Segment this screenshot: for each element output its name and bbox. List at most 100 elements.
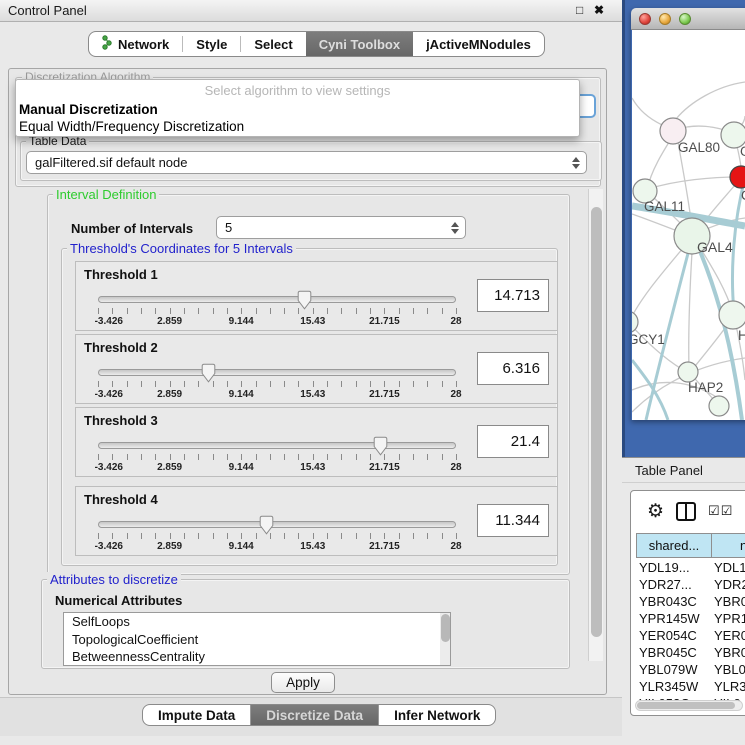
table-row[interactable]: YDR27...YDR2 [636, 577, 745, 594]
mac-zoom-icon[interactable] [679, 13, 691, 25]
tick-label: 28 [450, 462, 461, 473]
threshold-value-field[interactable]: 6.316 [477, 352, 549, 385]
slider-tick-labels: -3.4262.8599.14415.4321.71528 [98, 316, 456, 328]
network-edge[interactable] [689, 236, 693, 370]
slider-track[interactable] [98, 521, 456, 528]
tick-label: 9.144 [229, 462, 254, 473]
slider-ticks [98, 454, 456, 461]
attribute-list-item[interactable]: SelfLoops [64, 613, 450, 631]
tick-label: 9.144 [229, 389, 254, 400]
threshold-slider[interactable]: -3.4262.8599.14415.4321.71528 [98, 438, 456, 476]
table-row[interactable]: YLR345WYLR3 [636, 679, 745, 696]
threshold-value-field[interactable]: 11.344 [477, 504, 549, 537]
threshold-slider[interactable]: -3.4262.8599.14415.4321.71528 [98, 517, 456, 555]
network-node-label: GAL4 [697, 239, 733, 255]
dropdown-option-manual[interactable]: Manual Discretization [16, 101, 579, 118]
tick-label: 2.859 [157, 316, 182, 327]
network-node-label: HAP2 [688, 380, 723, 395]
thresholds-group-label: Threshold's Coordinates for 5 Intervals [67, 241, 296, 256]
close-icon[interactable]: ✖ [594, 3, 604, 17]
slider-ticks [98, 381, 456, 388]
slider-track[interactable] [98, 369, 456, 376]
table-horizontal-scrollbar[interactable] [635, 700, 743, 711]
network-window-titlebar[interactable] [631, 8, 745, 30]
threshold-value-field[interactable]: 21.4 [477, 425, 549, 458]
mac-minimize-icon[interactable] [659, 13, 671, 25]
network-node-label: G [740, 144, 745, 159]
network-node-H-node[interactable] [719, 301, 745, 329]
table-data-combobox[interactable]: galFiltered.sif default node [26, 151, 587, 174]
attribute-list-item[interactable]: BetweennessCentrality [64, 648, 450, 666]
control-panel-titlebar: Control Panel [0, 0, 622, 22]
num-intervals-combobox[interactable]: 5 [216, 216, 466, 239]
dropdown-option-equalwidth[interactable]: Equal Width/Frequency Discretization [16, 118, 579, 135]
slider-track[interactable] [98, 296, 456, 303]
panel-scrollbar[interactable] [588, 189, 603, 661]
attribute-list-item[interactable]: TopologicalCoefficient [64, 631, 450, 649]
threshold-slider[interactable]: -3.4262.8599.14415.4321.71528 [98, 292, 456, 330]
table-panel-title: Table Panel [635, 463, 703, 478]
slider-track[interactable] [98, 442, 456, 449]
select-checkboxes-icon[interactable]: ☑☑ [708, 503, 733, 519]
network-node-bottom-node[interactable] [709, 396, 729, 416]
column-header-shared-name[interactable]: shared... [636, 533, 712, 558]
network-node-label: GAL11 [644, 199, 685, 214]
tick-label: 28 [450, 316, 461, 327]
slider-ticks [98, 533, 456, 540]
tick-label: 21.715 [369, 541, 400, 552]
tick-label: 2.859 [157, 389, 182, 400]
threshold-slider[interactable]: -3.4262.8599.14415.4321.71528 [98, 365, 456, 403]
table-row[interactable]: YBR045CYBR0 [636, 645, 745, 662]
threshold-panel: Threshold 3 -3.4262.8599.14415.4321.7152… [75, 407, 558, 477]
table-row[interactable]: YPR145WYPR1 [636, 611, 745, 628]
table-row[interactable]: YBL079WYBL0 [636, 662, 745, 679]
network-icon [102, 35, 112, 53]
network-node-HAP2[interactable] [678, 362, 698, 382]
apply-button[interactable]: Apply [271, 672, 335, 693]
threshold-value-field[interactable]: 14.713 [477, 279, 549, 312]
columns-icon[interactable] [676, 502, 696, 521]
tab-network[interactable]: Network [89, 32, 182, 56]
table-row[interactable]: YDL19...YDL1 [636, 560, 745, 577]
network-canvas[interactable]: GAL80GCGAL11GAL4GCY1HHAP2 [632, 30, 745, 420]
tick-label: 15.43 [300, 462, 325, 473]
network-node-red-node[interactable] [730, 166, 745, 188]
cyni-toolbox-panel: Discretization Algorithm Table Data galF… [8, 68, 607, 695]
control-panel-tabs: Network Style Select Cyni Toolbox jActiv… [88, 31, 545, 57]
tick-label: -3.426 [95, 389, 123, 400]
network-edge[interactable] [648, 177, 740, 189]
num-intervals-label: Number of Intervals [71, 221, 193, 236]
table-row[interactable]: YER054CYER0 [636, 628, 745, 645]
tab-style[interactable]: Style [183, 32, 240, 56]
tab-cyni-toolbox[interactable]: Cyni Toolbox [306, 32, 413, 56]
tick-label: 28 [450, 541, 461, 552]
network-node-label: H [738, 328, 745, 343]
gear-icon[interactable]: ⚙ [647, 502, 664, 521]
combo-arrows-icon [451, 222, 459, 234]
tick-label: 9.144 [229, 541, 254, 552]
numerical-attributes-list[interactable]: SelfLoopsTopologicalCoefficientBetweenne… [63, 612, 451, 666]
numerical-attributes-label: Numerical Attributes [55, 593, 182, 608]
attributes-scrollbar[interactable] [440, 613, 451, 665]
tick-label: 9.144 [229, 316, 254, 327]
slider-handle[interactable] [373, 436, 388, 456]
tab-network-label: Network [118, 37, 169, 52]
slider-handle[interactable] [259, 515, 274, 535]
tab-impute-data[interactable]: Impute Data [143, 705, 250, 725]
slider-handle[interactable] [201, 363, 216, 383]
column-header-name[interactable]: na [711, 533, 745, 558]
table-panel-titlebar: Table Panel [622, 457, 745, 483]
network-edge[interactable] [676, 82, 745, 119]
network-edge[interactable] [632, 360, 668, 420]
float-window-icon[interactable]: □ [576, 3, 583, 17]
slider-handle[interactable] [297, 290, 312, 310]
tab-discretize-data[interactable]: Discretize Data [251, 705, 378, 725]
network-node-label: GCY1 [632, 332, 665, 347]
tab-jactivemnodules[interactable]: jActiveMNodules [413, 32, 544, 56]
mac-close-icon[interactable] [639, 13, 651, 25]
attributes-group-label: Attributes to discretize [47, 572, 181, 587]
tab-infer-network[interactable]: Infer Network [379, 705, 495, 725]
network-node-GCY1[interactable] [632, 311, 638, 333]
table-row[interactable]: YBR043CYBR0 [636, 594, 745, 611]
tab-select[interactable]: Select [241, 32, 305, 56]
